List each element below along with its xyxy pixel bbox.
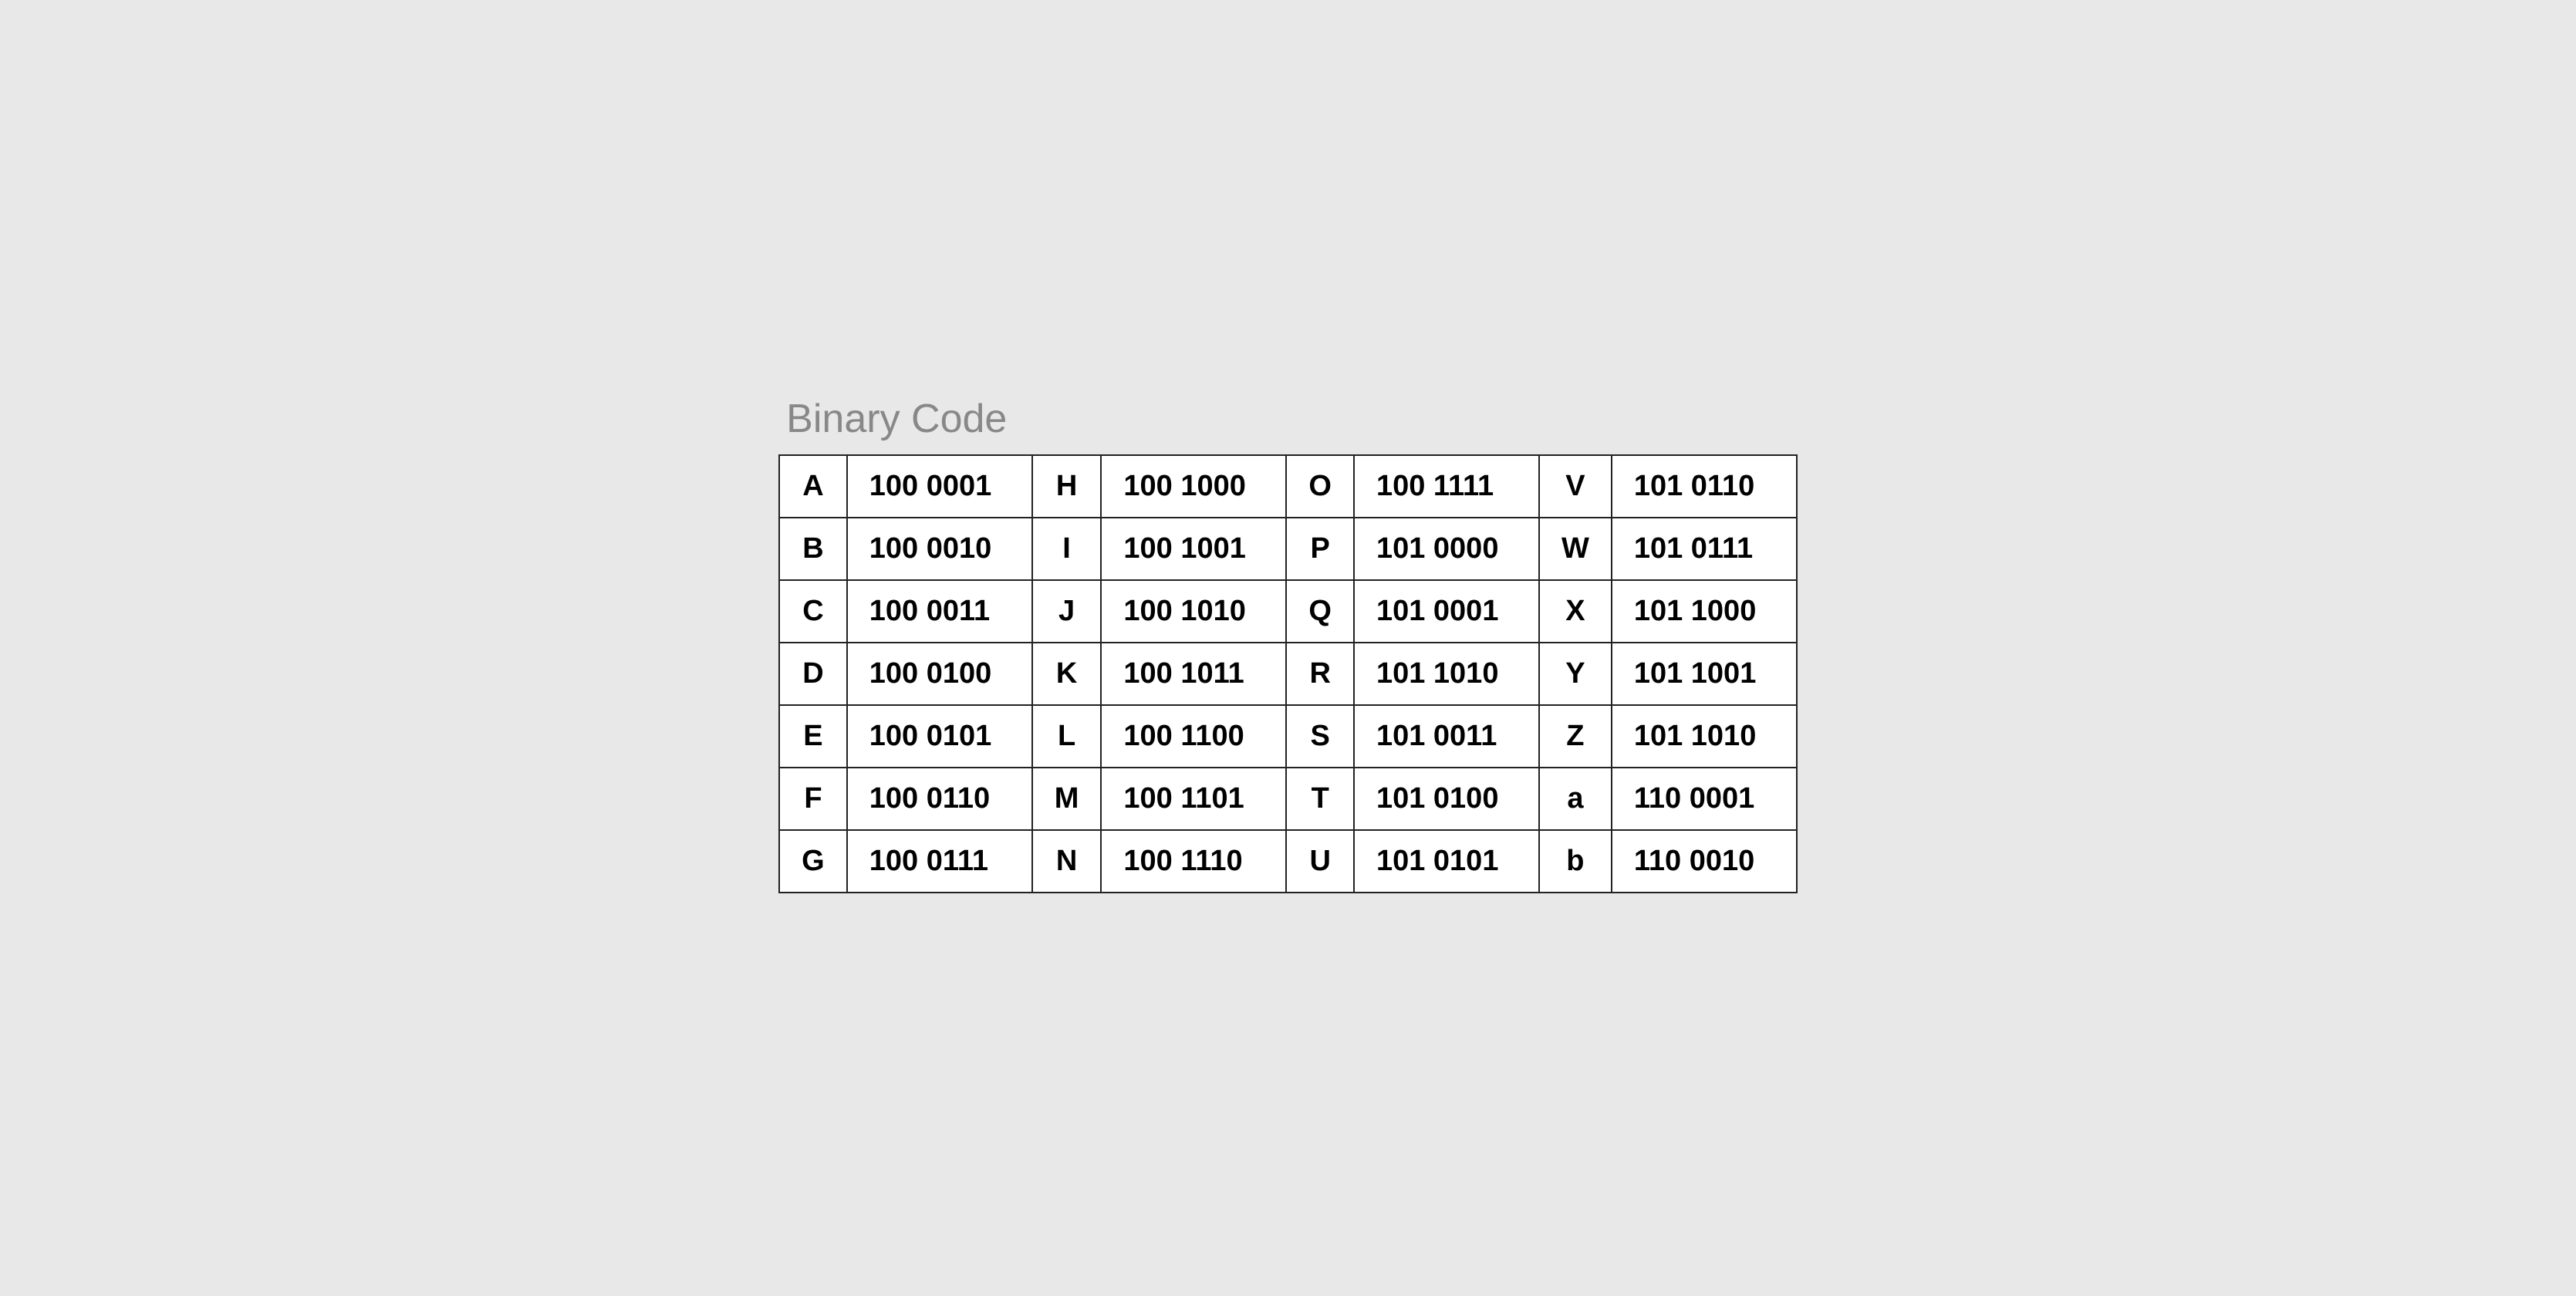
- letter-cell: B: [779, 518, 847, 580]
- code-cell: 100 0101: [847, 705, 1032, 768]
- letter-cell: J: [1032, 580, 1102, 643]
- letter-cell: O: [1286, 455, 1354, 518]
- code-cell: 101 1010: [1354, 643, 1539, 705]
- code-cell: 100 0010: [847, 518, 1032, 580]
- table-row: G100 0111N100 1110U101 0101b110 0010: [779, 830, 1797, 893]
- letter-cell: V: [1539, 455, 1612, 518]
- letter-cell: F: [779, 768, 847, 830]
- letter-cell: M: [1032, 768, 1102, 830]
- letter-cell: W: [1539, 518, 1612, 580]
- code-cell: 101 0000: [1354, 518, 1539, 580]
- letter-cell: I: [1032, 518, 1102, 580]
- letter-cell: Q: [1286, 580, 1354, 643]
- letter-cell: Z: [1539, 705, 1612, 768]
- code-cell: 100 0001: [847, 455, 1032, 518]
- code-cell: 110 0010: [1612, 830, 1797, 893]
- letter-cell: b: [1539, 830, 1612, 893]
- letter-cell: A: [779, 455, 847, 518]
- letter-cell: C: [779, 580, 847, 643]
- code-cell: 101 1001: [1612, 643, 1797, 705]
- page-container: Binary Code A100 0001H100 1000O100 1111V…: [755, 380, 1821, 916]
- letter-cell: R: [1286, 643, 1354, 705]
- code-cell: 110 0001: [1612, 768, 1797, 830]
- code-cell: 100 0110: [847, 768, 1032, 830]
- code-cell: 100 1110: [1101, 830, 1286, 893]
- table-row: D100 0100K100 1011R101 1010Y101 1001: [779, 643, 1797, 705]
- code-cell: 100 0100: [847, 643, 1032, 705]
- code-cell: 100 0111: [847, 830, 1032, 893]
- code-cell: 100 1000: [1101, 455, 1286, 518]
- code-cell: 100 1010: [1101, 580, 1286, 643]
- code-cell: 100 1100: [1101, 705, 1286, 768]
- table-row: C100 0011J100 1010Q101 0001X101 1000: [779, 580, 1797, 643]
- code-cell: 101 0101: [1354, 830, 1539, 893]
- letter-cell: D: [779, 643, 847, 705]
- letter-cell: Y: [1539, 643, 1612, 705]
- code-cell: 101 1000: [1612, 580, 1797, 643]
- letter-cell: H: [1032, 455, 1102, 518]
- code-cell: 101 0111: [1612, 518, 1797, 580]
- code-cell: 100 1111: [1354, 455, 1539, 518]
- letter-cell: T: [1286, 768, 1354, 830]
- code-cell: 101 0001: [1354, 580, 1539, 643]
- page-title: Binary Code: [778, 396, 1798, 442]
- code-cell: 101 0100: [1354, 768, 1539, 830]
- code-cell: 101 0110: [1612, 455, 1797, 518]
- letter-cell: E: [779, 705, 847, 768]
- letter-cell: N: [1032, 830, 1102, 893]
- table-row: B100 0010I100 1001P101 0000W101 0111: [779, 518, 1797, 580]
- code-cell: 100 0011: [847, 580, 1032, 643]
- letter-cell: G: [779, 830, 847, 893]
- letter-cell: S: [1286, 705, 1354, 768]
- table-row: A100 0001H100 1000O100 1111V101 0110: [779, 455, 1797, 518]
- binary-table: A100 0001H100 1000O100 1111V101 0110B100…: [778, 454, 1798, 893]
- code-cell: 101 0011: [1354, 705, 1539, 768]
- letter-cell: K: [1032, 643, 1102, 705]
- code-cell: 100 1101: [1101, 768, 1286, 830]
- table-row: E100 0101L100 1100S101 0011Z101 1010: [779, 705, 1797, 768]
- table-row: F100 0110M100 1101T101 0100a110 0001: [779, 768, 1797, 830]
- letter-cell: U: [1286, 830, 1354, 893]
- code-cell: 100 1001: [1101, 518, 1286, 580]
- letter-cell: X: [1539, 580, 1612, 643]
- code-cell: 101 1010: [1612, 705, 1797, 768]
- letter-cell: a: [1539, 768, 1612, 830]
- code-cell: 100 1011: [1101, 643, 1286, 705]
- letter-cell: P: [1286, 518, 1354, 580]
- letter-cell: L: [1032, 705, 1102, 768]
